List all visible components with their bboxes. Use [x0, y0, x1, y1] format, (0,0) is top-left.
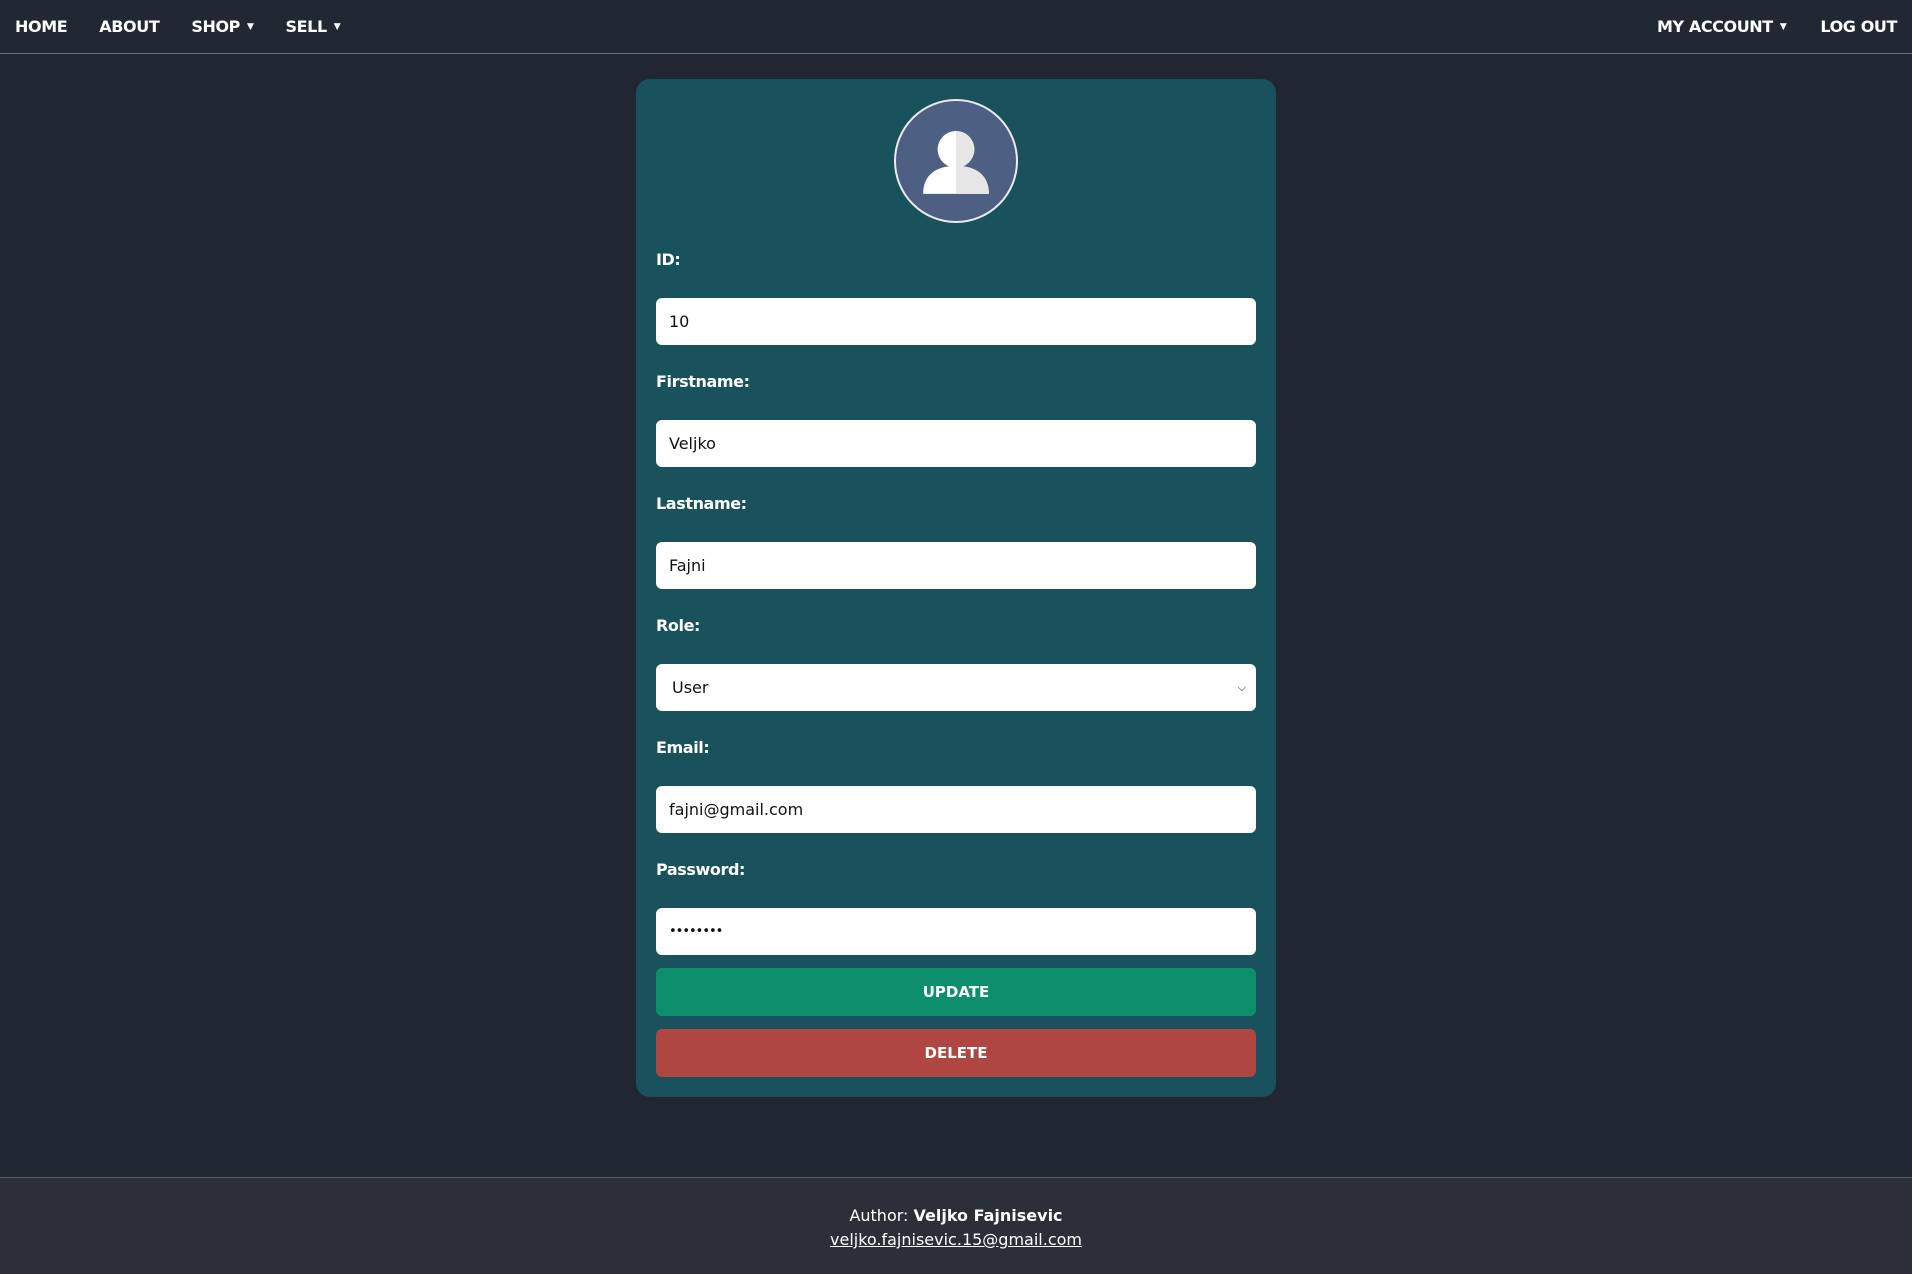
firstname-label: Firstname: — [656, 372, 750, 391]
footer: Author: Veljko Fajnisevic veljko.fajnise… — [0, 1177, 1912, 1274]
nav-sell-label: SELL — [285, 17, 328, 36]
role-label: Role: — [656, 616, 701, 635]
nav-shop-dropdown[interactable]: SHOP ▼ — [191, 17, 254, 36]
password-label: Password: — [656, 860, 746, 879]
nav-shop-label: SHOP — [191, 17, 240, 36]
id-field[interactable]: 10 — [656, 298, 1256, 345]
user-edit-card: ID: 10 Firstname: Veljko Lastname: Fajni… — [636, 79, 1276, 1097]
avatar-svg — [923, 131, 989, 194]
email-field[interactable]: fajni@gmail.com — [656, 786, 1256, 833]
id-value: 10 — [669, 312, 690, 331]
role-select[interactable]: User ⌵ — [656, 664, 1256, 711]
caret-down-icon: ▼ — [247, 21, 254, 32]
user-silhouette-icon — [894, 99, 1018, 223]
lastname-label: Lastname: — [656, 494, 747, 513]
footer-email-link[interactable]: veljko.fajnisevic.15@gmail.com — [830, 1230, 1082, 1249]
password-field[interactable]: •••••••• — [656, 908, 1256, 955]
caret-down-icon: ▼ — [333, 21, 341, 32]
nav-sell-dropdown[interactable]: SELL ▼ — [286, 17, 341, 36]
nav-right: MY ACCOUNT ▼ LOG OUT — [1657, 17, 1897, 36]
password-value: •••••••• — [669, 924, 723, 939]
footer-author: Author: Veljko Fajnisevic — [0, 1204, 1912, 1228]
nav-about[interactable]: ABOUT — [99, 17, 159, 36]
nav-home[interactable]: HOME — [15, 17, 68, 36]
nav-log-out[interactable]: LOG OUT — [1820, 17, 1897, 36]
email-label: Email: — [656, 738, 710, 757]
update-button[interactable]: UPDATE — [656, 968, 1256, 1016]
lastname-field[interactable]: Fajni — [656, 542, 1256, 589]
role-value: User — [672, 678, 709, 697]
firstname-field[interactable]: Veljko — [656, 420, 1256, 467]
author-name: Veljko Fajnisevic — [913, 1206, 1063, 1225]
chevron-down-icon: ⌵ — [1237, 680, 1246, 694]
email-value: fajni@gmail.com — [669, 800, 804, 819]
author-prefix: Author: — [849, 1206, 909, 1225]
caret-down-icon: ▼ — [1779, 21, 1787, 32]
id-label: ID: — [656, 250, 681, 269]
lastname-value: Fajni — [669, 556, 706, 575]
nav-my-account-dropdown[interactable]: MY ACCOUNT ▼ — [1656, 17, 1787, 36]
firstname-value: Veljko — [669, 434, 716, 453]
nav-my-account-label: MY ACCOUNT — [1656, 17, 1773, 36]
nav-left: HOME ABOUT SHOP ▼ SELL ▼ — [15, 17, 341, 36]
top-navbar: HOME ABOUT SHOP ▼ SELL ▼ MY ACCOUNT ▼ LO… — [0, 0, 1912, 54]
delete-button[interactable]: DELETE — [656, 1029, 1256, 1077]
